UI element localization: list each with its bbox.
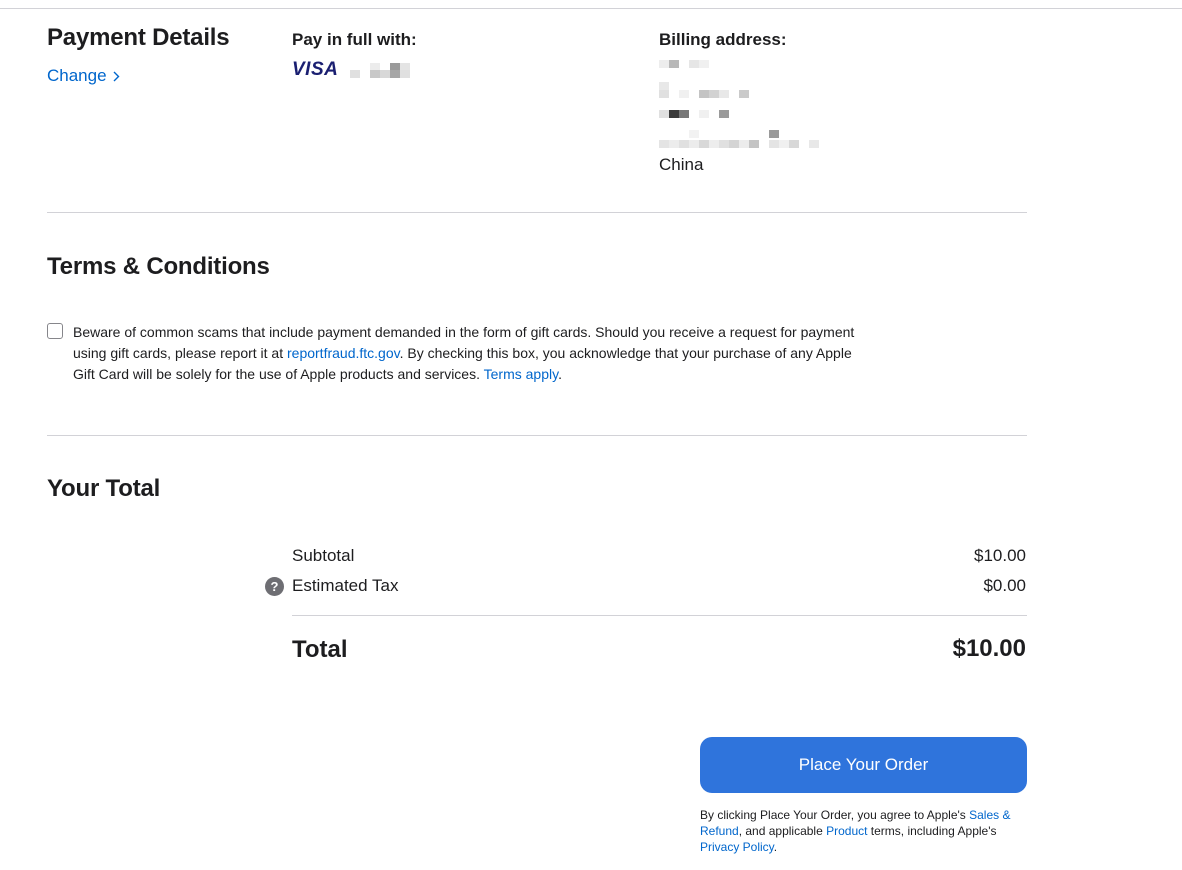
change-payment-link[interactable]: Change bbox=[47, 66, 120, 86]
your-total-heading: Your Total bbox=[47, 475, 161, 502]
subtotal-label: Subtotal bbox=[292, 546, 355, 565]
pay-in-full-label: Pay in full with: bbox=[292, 30, 417, 49]
estimated-tax-value: $0.00 bbox=[983, 576, 1026, 595]
order-agreement-text: By clicking Place Your Order, you agree … bbox=[700, 807, 1030, 855]
change-label: Change bbox=[47, 66, 107, 85]
total-divider bbox=[292, 615, 1027, 616]
privacy-policy-link[interactable]: Privacy Policy bbox=[700, 840, 774, 854]
terms-text-part: . bbox=[558, 366, 562, 382]
reportfraud-link[interactable]: reportfraud.ftc.gov bbox=[287, 345, 400, 361]
product-terms-link[interactable]: Product bbox=[826, 824, 867, 838]
gift-card-terms-checkbox[interactable] bbox=[47, 323, 63, 339]
fine-text-part: . bbox=[773, 840, 778, 854]
estimated-tax-label: Estimated Tax bbox=[292, 576, 399, 595]
payment-details-heading: Payment Details bbox=[47, 24, 230, 51]
total-value: $10.00 bbox=[952, 635, 1026, 662]
billing-address-label: Billing address: bbox=[659, 30, 787, 49]
section-divider bbox=[47, 435, 1027, 436]
fine-text-part: By clicking Place Your Order, you agree … bbox=[700, 808, 970, 822]
place-order-button[interactable]: Place Your Order bbox=[700, 737, 1027, 793]
fine-text-part: , and applicable bbox=[738, 824, 827, 838]
terms-text: Beware of common scams that include paym… bbox=[73, 322, 873, 385]
chevron-right-icon bbox=[113, 71, 120, 81]
visa-logo: VISA bbox=[292, 59, 339, 80]
subtotal-value: $10.00 bbox=[974, 546, 1026, 565]
question-icon[interactable]: ? bbox=[265, 577, 284, 596]
total-label: Total bbox=[292, 636, 348, 663]
terms-heading: Terms & Conditions bbox=[47, 253, 270, 280]
billing-country: China bbox=[659, 155, 704, 174]
fine-text-part: terms, including Apple's bbox=[867, 824, 997, 838]
top-divider bbox=[0, 8, 1182, 9]
section-divider bbox=[47, 212, 1027, 213]
terms-apply-link[interactable]: Terms apply bbox=[484, 366, 558, 382]
